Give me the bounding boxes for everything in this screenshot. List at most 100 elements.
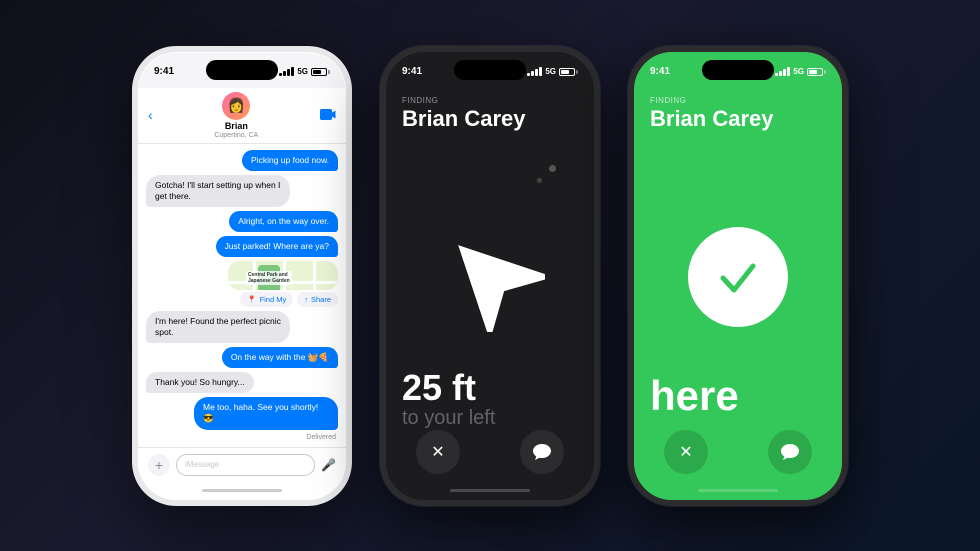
bar3	[535, 69, 538, 76]
bar1	[775, 73, 778, 76]
checkmark-icon	[713, 252, 763, 302]
message-8: Thank you! So hungry...	[146, 372, 254, 393]
contact-avatar: 👩	[222, 92, 250, 120]
message-3: Alright, on the way over.	[229, 211, 338, 232]
bar1	[279, 73, 282, 76]
message-button-dark[interactable]	[520, 430, 564, 474]
battery-fill-3	[809, 70, 817, 74]
dot-large	[549, 165, 556, 172]
close-finding-green-button[interactable]: ✕	[664, 430, 708, 474]
bar4	[787, 67, 790, 76]
home-indicator-1	[138, 482, 346, 500]
bar2	[779, 71, 782, 76]
phone-finding-dark: 9:41 5G FINDING Brian Carey	[380, 46, 600, 506]
message-1: Picking up food now.	[242, 150, 338, 171]
signal-type-2: 5G	[545, 67, 556, 76]
here-text: here	[650, 372, 739, 420]
close-icon: ✕	[431, 442, 444, 462]
status-icons-1: 5G	[279, 67, 330, 76]
signal-bars-2	[527, 67, 542, 76]
nav-center: 👩 Brian Cupertino, CA	[214, 92, 258, 139]
message-2: Gotcha! I'll start setting up when I get…	[146, 175, 290, 207]
message-7: On the way with the 🧺🍕	[222, 347, 338, 368]
finding-actions-green: ✕	[634, 420, 842, 482]
time-3: 9:41	[650, 66, 670, 77]
dynamic-island-3	[702, 60, 774, 80]
chevron-left-icon: ‹	[148, 107, 153, 123]
finding-dark-content: FINDING Brian Carey 25 ft to your left ✕	[386, 88, 594, 500]
message-button-green[interactable]	[768, 430, 812, 474]
finding-header-green: FINDING Brian Carey	[634, 88, 842, 135]
finding-green-content: FINDING Brian Carey here ✕	[634, 88, 842, 500]
home-indicator-2	[386, 482, 594, 500]
battery-tip-2	[576, 70, 578, 74]
home-bar-3	[698, 489, 778, 492]
battery-body-3	[807, 68, 823, 76]
battery-3	[807, 68, 826, 76]
map-actions: 📍 Find My ↑ Share	[240, 292, 338, 307]
microphone-button[interactable]: 🎤	[321, 458, 336, 472]
message-6: I'm here! Found the perfect picnic spot.	[146, 311, 290, 343]
map-grid: Central Park andJapanese Garden 👩	[228, 261, 338, 290]
map-park-label: Central Park andJapanese Garden	[246, 271, 292, 285]
imessage-content: ‹ 👩 Brian Cupertino, CA Picking up food …	[138, 88, 346, 500]
time-1: 9:41	[154, 66, 174, 77]
distance-info: 25 ft to your left	[402, 370, 495, 430]
find-my-label: Find My	[260, 295, 287, 304]
bar2	[283, 71, 286, 76]
map-bubble[interactable]: Central Park andJapanese Garden 👩	[228, 261, 338, 290]
findmy-icon: 📍	[247, 295, 256, 304]
person-name-dark: Brian Carey	[402, 107, 578, 131]
share-button[interactable]: ↑ Share	[297, 292, 338, 307]
message-4: Just parked! Where are ya?	[216, 236, 338, 257]
add-attachment-button[interactable]: +	[148, 454, 170, 476]
distance-direction: to your left	[402, 406, 495, 430]
battery-tip-3	[824, 70, 826, 74]
bar1	[527, 73, 530, 76]
signal-bars-1	[279, 67, 294, 76]
bar3	[287, 69, 290, 76]
messages-list: Picking up food now. Gotcha! I'll start …	[138, 144, 346, 447]
finding-label-dark: FINDING	[402, 96, 578, 105]
bar3	[783, 69, 786, 76]
person-name-green: Brian Carey	[650, 107, 826, 131]
dot-small	[537, 178, 542, 183]
signal-type-1: 5G	[297, 67, 308, 76]
contact-name: Brian	[225, 121, 248, 131]
video-call-button[interactable]	[320, 107, 336, 123]
contact-sub: Cupertino, CA	[214, 132, 258, 139]
battery-body-2	[559, 68, 575, 76]
imessage-input-bar: + iMessage 🎤	[138, 447, 346, 482]
battery-2	[559, 68, 578, 76]
message-icon-green	[781, 444, 799, 460]
delivered-status: Delivered	[146, 434, 338, 441]
close-finding-button[interactable]: ✕	[416, 430, 460, 474]
battery-body-1	[311, 68, 327, 76]
finding-header-dark: FINDING Brian Carey	[386, 88, 594, 135]
battery-1	[311, 68, 330, 76]
message-input[interactable]: iMessage	[176, 454, 315, 476]
phone-imessage: 9:41 5G ‹ 👩	[132, 46, 352, 506]
avatar-emoji: 👩	[228, 97, 245, 114]
home-indicator-3	[634, 482, 842, 500]
dynamic-island-1	[206, 60, 278, 80]
input-placeholder: iMessage	[185, 460, 219, 469]
back-button[interactable]: ‹	[148, 107, 153, 123]
finding-label-green: FINDING	[650, 96, 826, 105]
battery-fill-1	[313, 70, 321, 74]
time-2: 9:41	[402, 66, 422, 77]
radar-dots	[537, 165, 556, 183]
message-icon-dark	[533, 444, 551, 460]
home-bar-1	[202, 489, 282, 492]
imessage-nav: ‹ 👩 Brian Cupertino, CA	[138, 88, 346, 144]
message-9: Me too, haha. See you shortly! 😎	[194, 397, 338, 429]
find-my-button[interactable]: 📍 Find My	[240, 292, 293, 307]
dynamic-island-2	[454, 60, 526, 80]
direction-arrow-svg	[435, 222, 545, 332]
phone-finding-green: 9:41 5G FINDING Brian Carey	[628, 46, 848, 506]
checkmark-circle	[688, 227, 788, 327]
share-label: Share	[311, 295, 331, 304]
battery-tip-1	[328, 70, 330, 74]
home-bar-2	[450, 489, 530, 492]
signal-bars-3	[775, 67, 790, 76]
